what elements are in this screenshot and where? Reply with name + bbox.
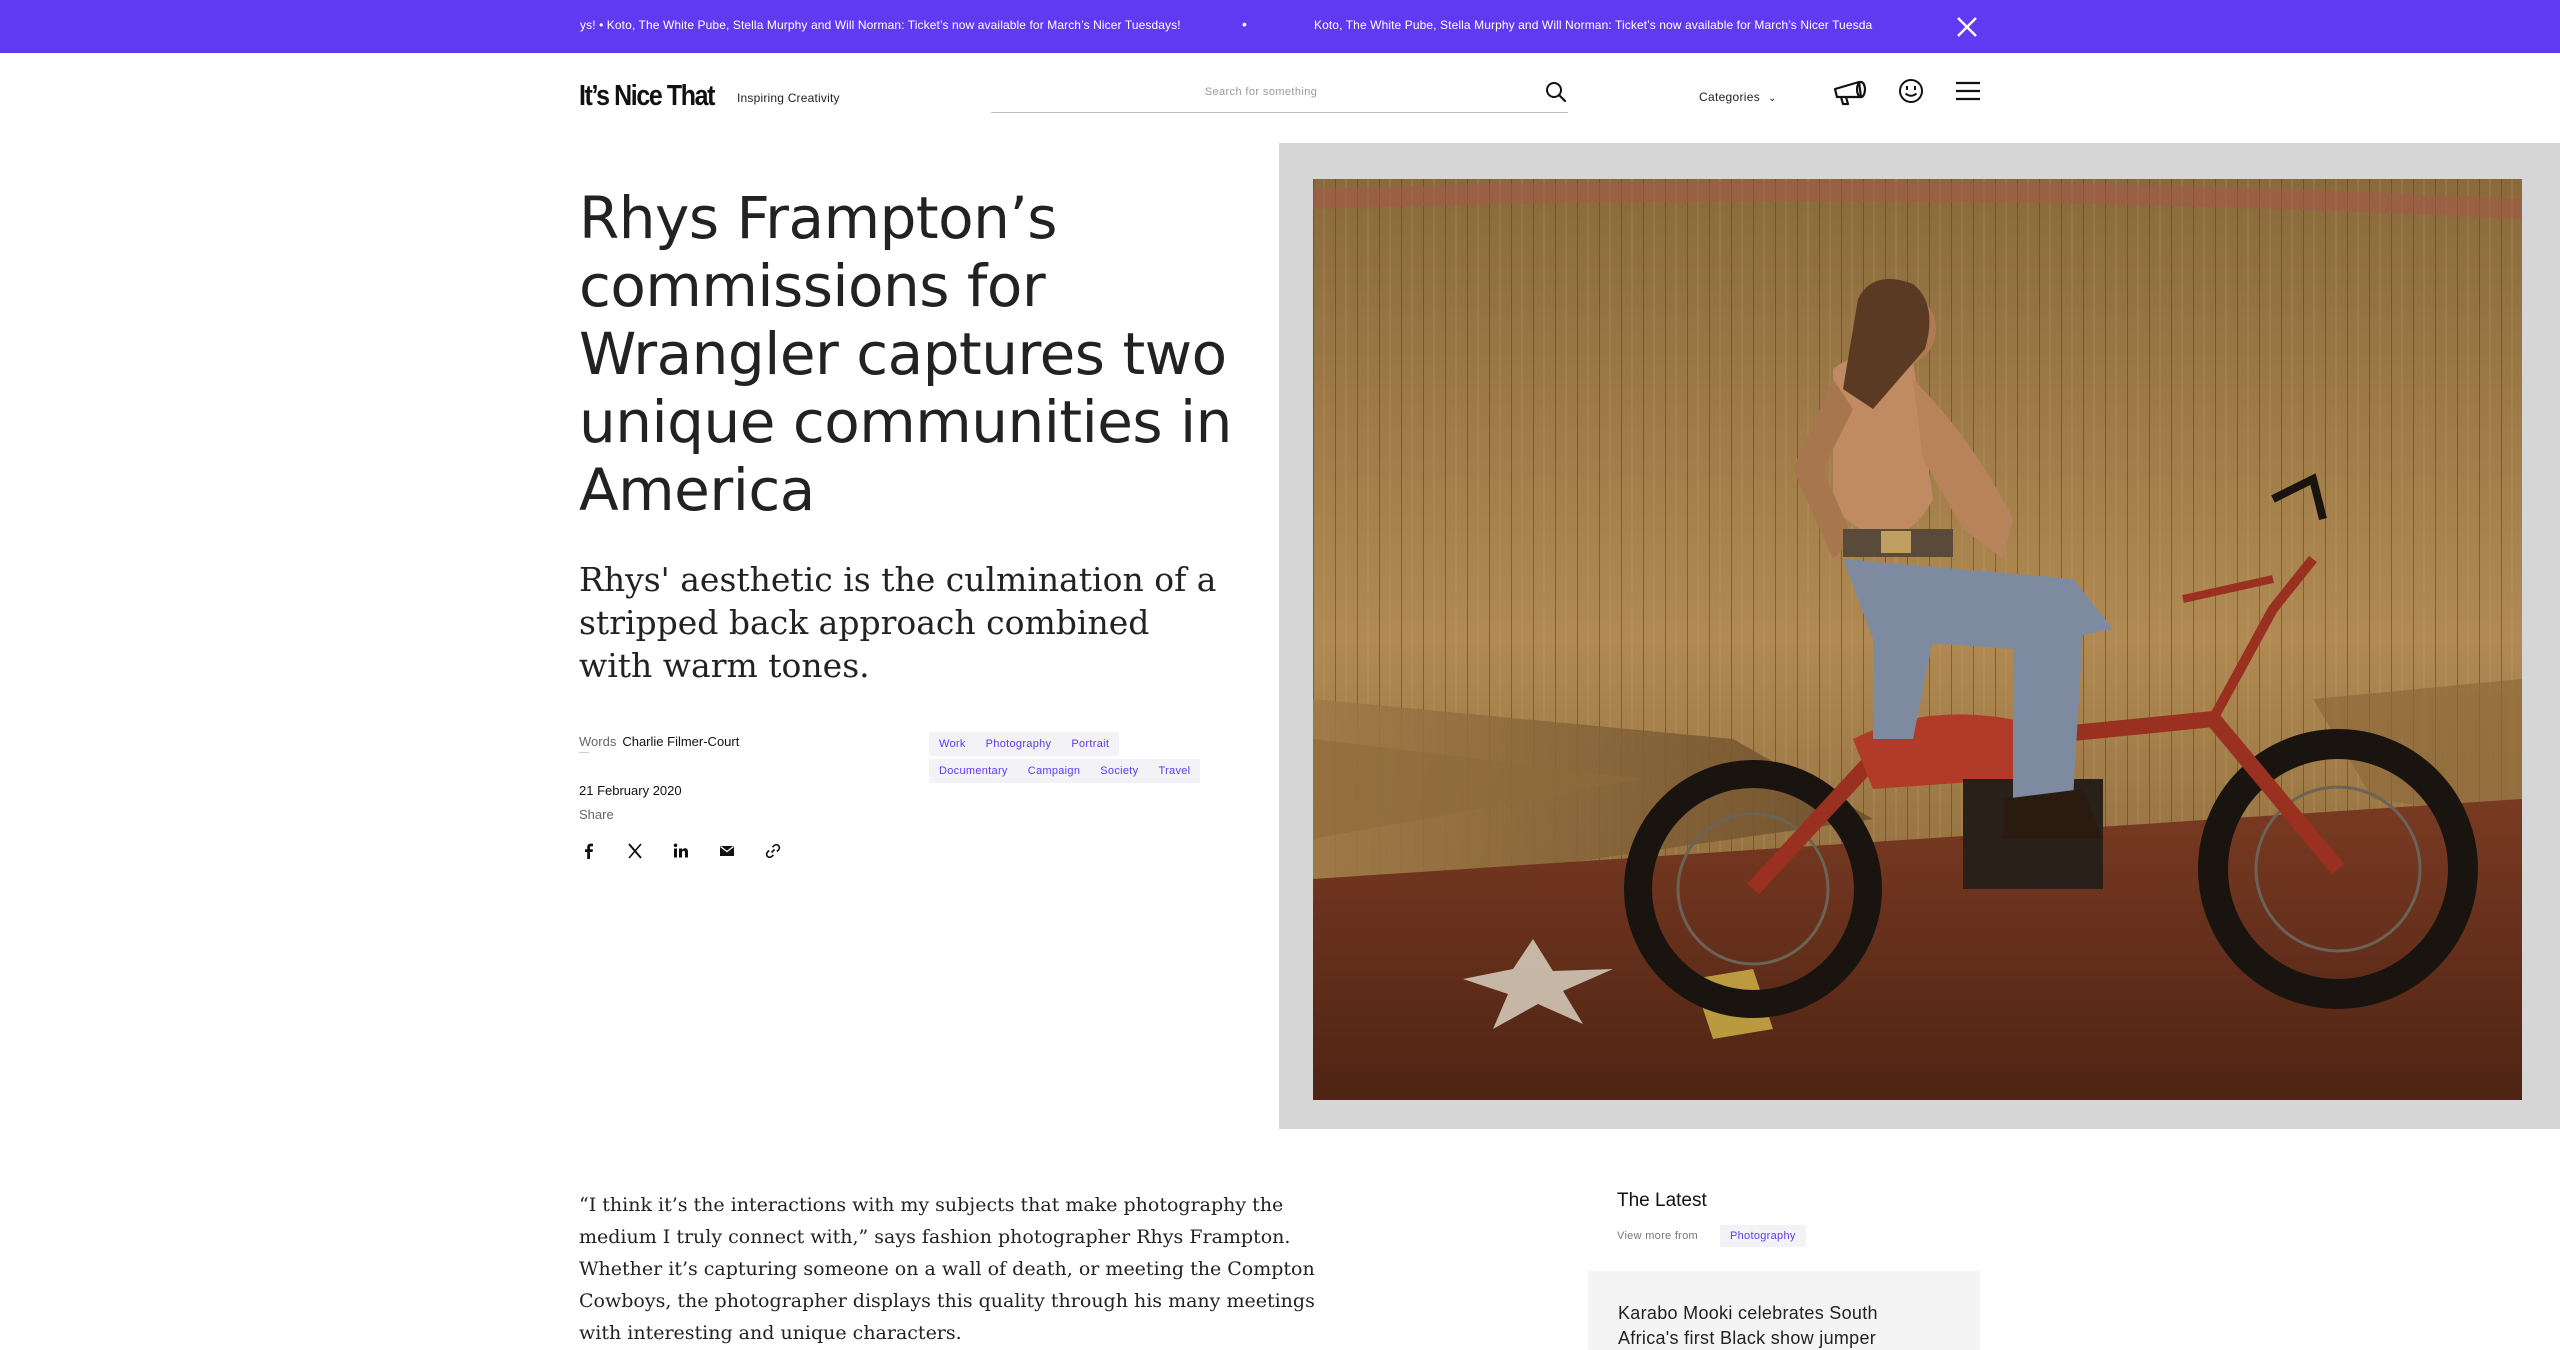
link-icon[interactable] (764, 842, 782, 860)
latest-article-card[interactable]: Karabo Mooki celebrates South Africa's f… (1588, 1271, 1980, 1350)
latest-heading: The Latest (1617, 1190, 1707, 1211)
tag-travel[interactable]: Travel (1148, 759, 1201, 783)
article-standfirst: Rhys' aesthetic is the culmination of a … (579, 560, 1217, 685)
smiley-icon[interactable] (1897, 77, 1925, 105)
tag-photography[interactable]: Photography (975, 732, 1062, 756)
article-body-paragraph: “I think it’s the interactions with my s… (579, 1194, 1315, 1344)
categories-dropdown[interactable]: Categories ⌄ (1699, 90, 1777, 104)
tag-society[interactable]: Society (1090, 759, 1149, 783)
search-bar (991, 73, 1568, 113)
site-header: It’s Nice That Inspiring Creativity Cate… (0, 53, 2560, 143)
divider (579, 752, 589, 753)
words-label: Words (579, 734, 617, 749)
tag-row: Work Photography Portrait (929, 732, 1249, 759)
banner-separator: • (1242, 16, 1247, 32)
x-icon[interactable] (626, 842, 644, 860)
banner-ticker-text[interactable]: Koto, The White Pube, Stella Murphy and … (1314, 18, 1872, 32)
article-date: 21 February 2020 (579, 783, 682, 798)
article-byline: Words Charlie Filmer-Court (579, 734, 739, 749)
tag-campaign[interactable]: Campaign (1017, 759, 1091, 783)
tag-portrait[interactable]: Portrait (1061, 732, 1120, 756)
tag-row: Documentary Campaign Society Travel (929, 759, 1249, 786)
share-label: Share (579, 807, 614, 822)
search-icon[interactable] (1544, 80, 1568, 104)
menu-icon[interactable] (1954, 77, 1982, 105)
categories-label: Categories (1699, 90, 1761, 104)
close-icon[interactable] (1954, 14, 1980, 40)
tag-documentary[interactable]: Documentary (929, 759, 1018, 783)
article-tags: Work Photography Portrait Documentary Campa… (929, 732, 1249, 786)
view-more-photography-link[interactable]: Photography (1720, 1225, 1806, 1247)
view-more-label: View more from (1617, 1230, 1699, 1242)
email-icon[interactable] (718, 842, 736, 860)
facebook-icon[interactable] (580, 842, 598, 860)
search-input[interactable] (991, 79, 1531, 105)
site-tagline: Inspiring Creativity (737, 91, 840, 105)
hero-image (1313, 179, 2522, 1100)
tag-work[interactable]: Work (929, 732, 976, 756)
announcement-banner: ys! • Koto, The White Pube, Stella Murph… (0, 0, 2560, 53)
author-link[interactable]: Charlie Filmer-Court (622, 734, 739, 749)
chevron-down-icon: ⌄ (1768, 93, 1777, 104)
megaphone-icon[interactable] (1831, 77, 1869, 107)
site-logo[interactable]: It’s Nice That (579, 80, 715, 113)
article-headline: Rhys Frampton’s commissions for Wrangler… (579, 184, 1232, 524)
hero-photo-illustration (1313, 179, 2522, 1100)
latest-card-title[interactable]: Karabo Mooki celebrates South Africa's f… (1618, 1301, 1938, 1350)
banner-ticker-text[interactable]: ys! • Koto, The White Pube, Stella Murph… (580, 18, 1181, 32)
linkedin-icon[interactable] (672, 842, 690, 860)
